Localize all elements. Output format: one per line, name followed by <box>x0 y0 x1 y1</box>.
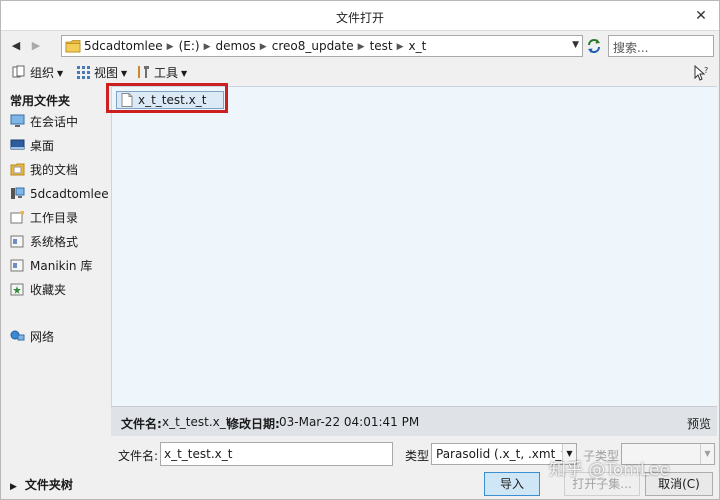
view-grid-icon <box>77 66 90 79</box>
view-label: 视图 <box>94 66 119 80</box>
chevron-down-icon: ▼ <box>121 69 128 78</box>
chevron-down-icon[interactable]: ▼ <box>700 444 714 464</box>
breadcrumb-item[interactable]: (E:) <box>179 39 200 53</box>
breadcrumb-item[interactable]: test <box>370 39 393 53</box>
cancel-button[interactable]: 取消(C) <box>645 472 713 496</box>
view-menu[interactable]: 视图 ▼ <box>75 64 127 82</box>
sidebar: 常用文件夹 在会话中 桌面 我的文档 5dcadtomlee 工作目录 系统格式… <box>1 86 109 472</box>
sidebar-item-label: 工作目录 <box>30 211 79 225</box>
sidebar-item-manikin-library[interactable]: Manikin 库 <box>10 257 92 275</box>
breadcrumb-item[interactable]: demos <box>216 39 256 53</box>
sidebar-item-network[interactable]: 网络 <box>10 328 54 346</box>
library-icon <box>10 259 24 272</box>
forward-arrow-icon[interactable]: ▶ <box>28 38 44 54</box>
network-icon <box>10 330 25 341</box>
toolbar: 组织 ▼ 视图 ▼ 工具 ▼ ? <box>1 61 719 85</box>
sidebar-item-label: 在会话中 <box>30 115 79 129</box>
sidebar-item-documents[interactable]: 我的文档 <box>10 161 78 179</box>
organize-label: 组织 <box>30 66 55 80</box>
preview-toggle[interactable]: 预览 <box>687 415 711 432</box>
window-title: 文件打开 <box>335 11 384 25</box>
svg-text:?: ? <box>704 66 708 75</box>
chevron-right-icon: ▶ <box>10 482 17 492</box>
working-dir-icon <box>10 211 24 224</box>
title-bar: 文件打开 ✕ <box>1 1 719 31</box>
footer-row: ▶ 文件夹树 导入 打开子集... 取消(C) <box>1 471 719 499</box>
subtype-label: 子类型 <box>583 449 620 463</box>
chevron-down-icon[interactable]: ▼ <box>562 444 576 464</box>
sidebar-item-system-format[interactable]: 系统格式 <box>10 233 78 251</box>
chevron-down-icon: ▼ <box>57 69 64 78</box>
sidebar-item-working-dir[interactable]: 工作目录 <box>10 209 78 227</box>
breadcrumb-item[interactable]: 5dcadtomlee <box>84 39 163 53</box>
sidebar-item-label: 桌面 <box>30 139 55 153</box>
folder-tree-label: 文件夹树 <box>24 478 73 492</box>
file-open-dialog: 文件打开 ✕ ◀ ▶ 5dcadtomlee ▶ (E:) ▶ demos ▶ creo8_… <box>0 0 720 500</box>
subtype-select[interactable]: ▼ <box>621 443 715 465</box>
folder-tree-toggle[interactable]: ▶ 文件夹树 <box>10 476 73 493</box>
computer-icon <box>11 187 25 199</box>
tools-menu[interactable]: 工具 ▼ <box>135 64 187 82</box>
monitor-icon <box>10 114 25 127</box>
back-arrow-icon[interactable]: ◀ <box>8 38 24 54</box>
file-list-pane[interactable]: x_t_test.x_t <box>111 86 717 406</box>
sidebar-item-desktop[interactable]: 桌面 <box>10 137 54 155</box>
breadcrumb-separator-icon[interactable]: ▶ <box>167 42 174 52</box>
search-input[interactable]: 搜索... <box>608 35 714 57</box>
highlight-annotation <box>106 83 228 113</box>
documents-icon <box>10 163 25 176</box>
help-cursor-icon[interactable]: ? <box>693 65 709 81</box>
type-value: Parasolid (.x_t, .xmt_txt) <box>436 447 577 461</box>
address-dropdown-icon[interactable]: ▼ <box>572 40 579 50</box>
sidebar-header: 常用文件夹 <box>10 94 71 108</box>
desktop-icon <box>10 139 25 150</box>
system-format-icon <box>10 235 24 248</box>
address-bar[interactable]: 5dcadtomlee ▶ (E:) ▶ demos ▶ creo8_update ▶ test… <box>61 35 583 57</box>
sidebar-item-label: 5dcadtomlee <box>30 187 109 201</box>
file-form-row: 文件名: x_t_test.x_t 类型 Parasolid (.x_t, .x… <box>111 439 719 469</box>
breadcrumb-separator-icon[interactable]: ▶ <box>260 42 267 52</box>
breadcrumb-item[interactable]: creo8_update <box>272 39 354 53</box>
sidebar-item-label: 我的文档 <box>30 163 79 177</box>
breadcrumb-separator-icon[interactable]: ▶ <box>397 42 404 52</box>
chevron-down-icon: ▼ <box>181 69 188 78</box>
info-filename-label: 文件名: <box>121 417 162 431</box>
breadcrumb-separator-icon[interactable]: ▶ <box>358 42 365 52</box>
file-info-bar: 文件名: x_t_test.x_t 修改日期: 03-Mar-22 04:01:… <box>111 406 717 436</box>
breadcrumb-item[interactable]: x_t <box>409 39 427 53</box>
sidebar-item-label: Manikin 库 <box>30 259 93 273</box>
import-button[interactable]: 导入 <box>484 472 540 496</box>
tools-label: 工具 <box>154 66 179 80</box>
tools-icon <box>138 66 149 78</box>
sidebar-item-label: 网络 <box>30 330 55 344</box>
type-label: 类型 <box>405 449 430 463</box>
breadcrumb: 5dcadtomlee ▶ (E:) ▶ demos ▶ creo8_update ▶ test… <box>84 39 426 53</box>
info-filename-value: x_t_test.x_t <box>162 415 231 429</box>
filename-label: 文件名: <box>118 449 159 463</box>
favorites-icon <box>10 283 24 296</box>
close-icon[interactable]: ✕ <box>693 8 709 24</box>
sidebar-item-computer[interactable]: 5dcadtomlee <box>10 185 109 203</box>
filename-field[interactable]: x_t_test.x_t <box>160 442 393 466</box>
info-modified-label: 修改日期: <box>227 417 280 431</box>
type-select[interactable]: Parasolid (.x_t, .xmt_txt) ▼ <box>431 443 577 465</box>
organize-menu[interactable]: 组织 ▼ <box>11 64 63 82</box>
sidebar-item-label: 收藏夹 <box>30 283 67 297</box>
breadcrumb-separator-icon[interactable]: ▶ <box>204 42 211 52</box>
organize-icon <box>12 65 25 78</box>
sidebar-item-favorites[interactable]: 收藏夹 <box>10 281 66 299</box>
address-row: ◀ ▶ 5dcadtomlee ▶ (E:) ▶ demos ▶ creo8_update ▶… <box>1 32 719 60</box>
refresh-icon[interactable] <box>585 37 603 55</box>
sidebar-item-in-session[interactable]: 在会话中 <box>10 113 78 131</box>
folder-icon <box>65 40 81 53</box>
open-subset-button[interactable]: 打开子集... <box>564 472 640 496</box>
info-modified-value: 03-Mar-22 04:01:41 PM <box>279 415 420 429</box>
sidebar-item-label: 系统格式 <box>30 235 79 249</box>
